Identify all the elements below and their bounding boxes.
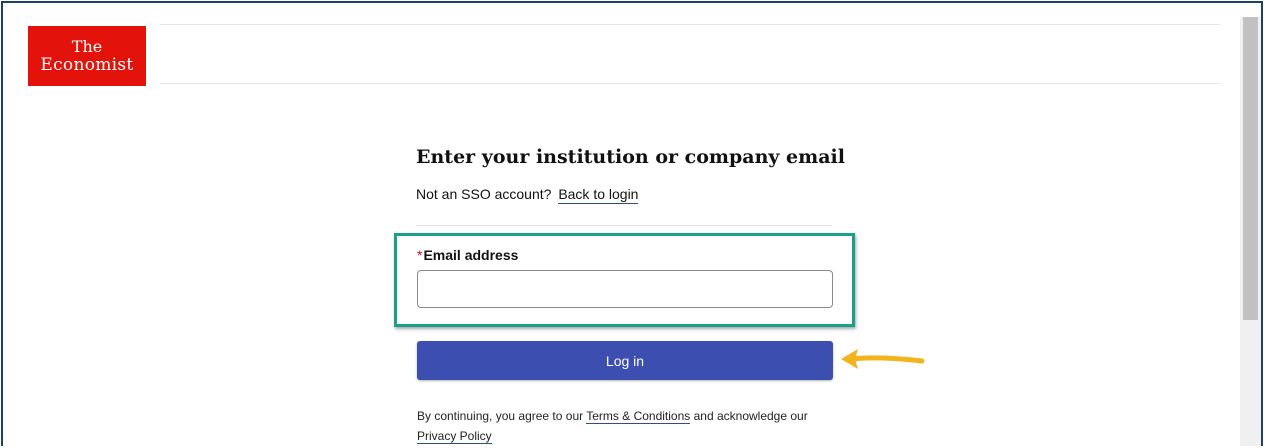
back-to-login-link[interactable]: Back to login (558, 186, 639, 204)
sso-prompt-line: Not an SSO account? Back to login (416, 186, 639, 204)
legal-text-before: By continuing, you agree to our (417, 409, 584, 423)
legal-notice: By continuing, you agree to our Terms & … (417, 406, 857, 446)
browser-page: The Economist Enter your institution or … (1, 1, 1263, 446)
logo-line-1: The (71, 37, 103, 56)
sso-prompt-text: Not an SSO account? (416, 186, 552, 202)
scrollbar-thumb[interactable] (1243, 17, 1258, 320)
required-asterisk: * (417, 247, 423, 263)
header-top-divider (160, 24, 1220, 25)
annotation-arrow-icon (841, 349, 925, 369)
email-label: *Email address (417, 247, 518, 263)
email-label-text: Email address (423, 247, 519, 263)
header-bottom-divider (160, 83, 1220, 84)
section-divider (416, 225, 832, 226)
login-button[interactable]: Log in (417, 341, 833, 380)
email-input[interactable] (417, 270, 833, 308)
terms-link[interactable]: Terms & Conditions (586, 409, 691, 424)
legal-text-middle: and acknowledge our (693, 409, 808, 423)
vertical-scrollbar[interactable] (1240, 17, 1261, 446)
economist-logo[interactable]: The Economist (28, 26, 146, 86)
logo-line-2: Economist (40, 55, 134, 75)
page-title: Enter your institution or company email (416, 146, 845, 168)
privacy-policy-link[interactable]: Privacy Policy (417, 429, 492, 444)
